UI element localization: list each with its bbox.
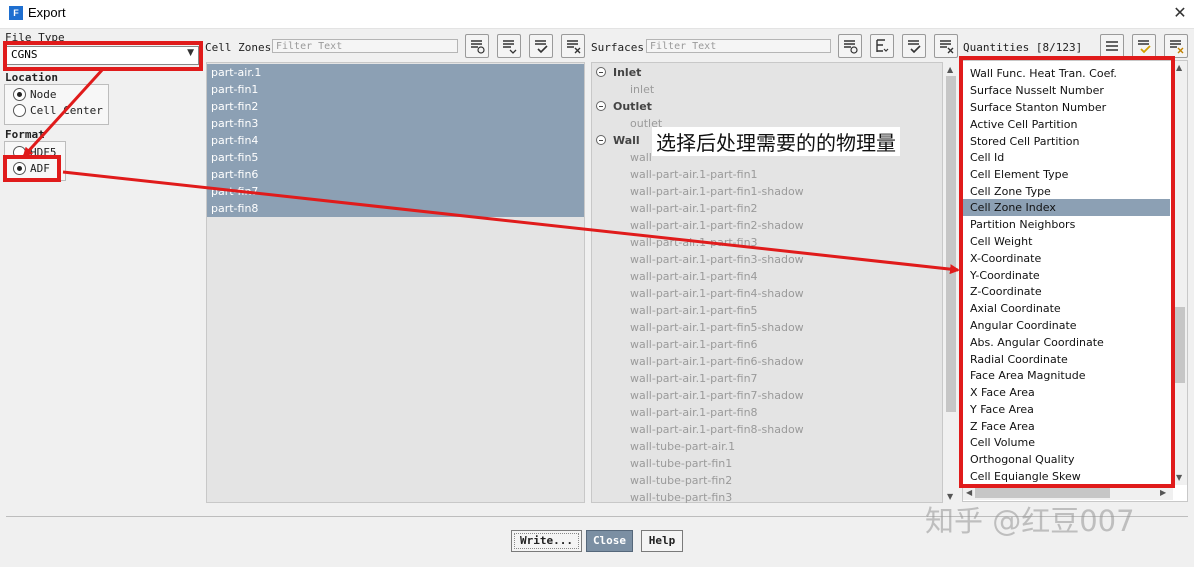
arrow-format-to-quantities [62, 170, 960, 275]
arrow-file-type-to-format [22, 67, 105, 158]
annotation-arrows [22, 67, 960, 275]
annotation-label: 选择后处理需要的的物理量 [652, 127, 900, 156]
